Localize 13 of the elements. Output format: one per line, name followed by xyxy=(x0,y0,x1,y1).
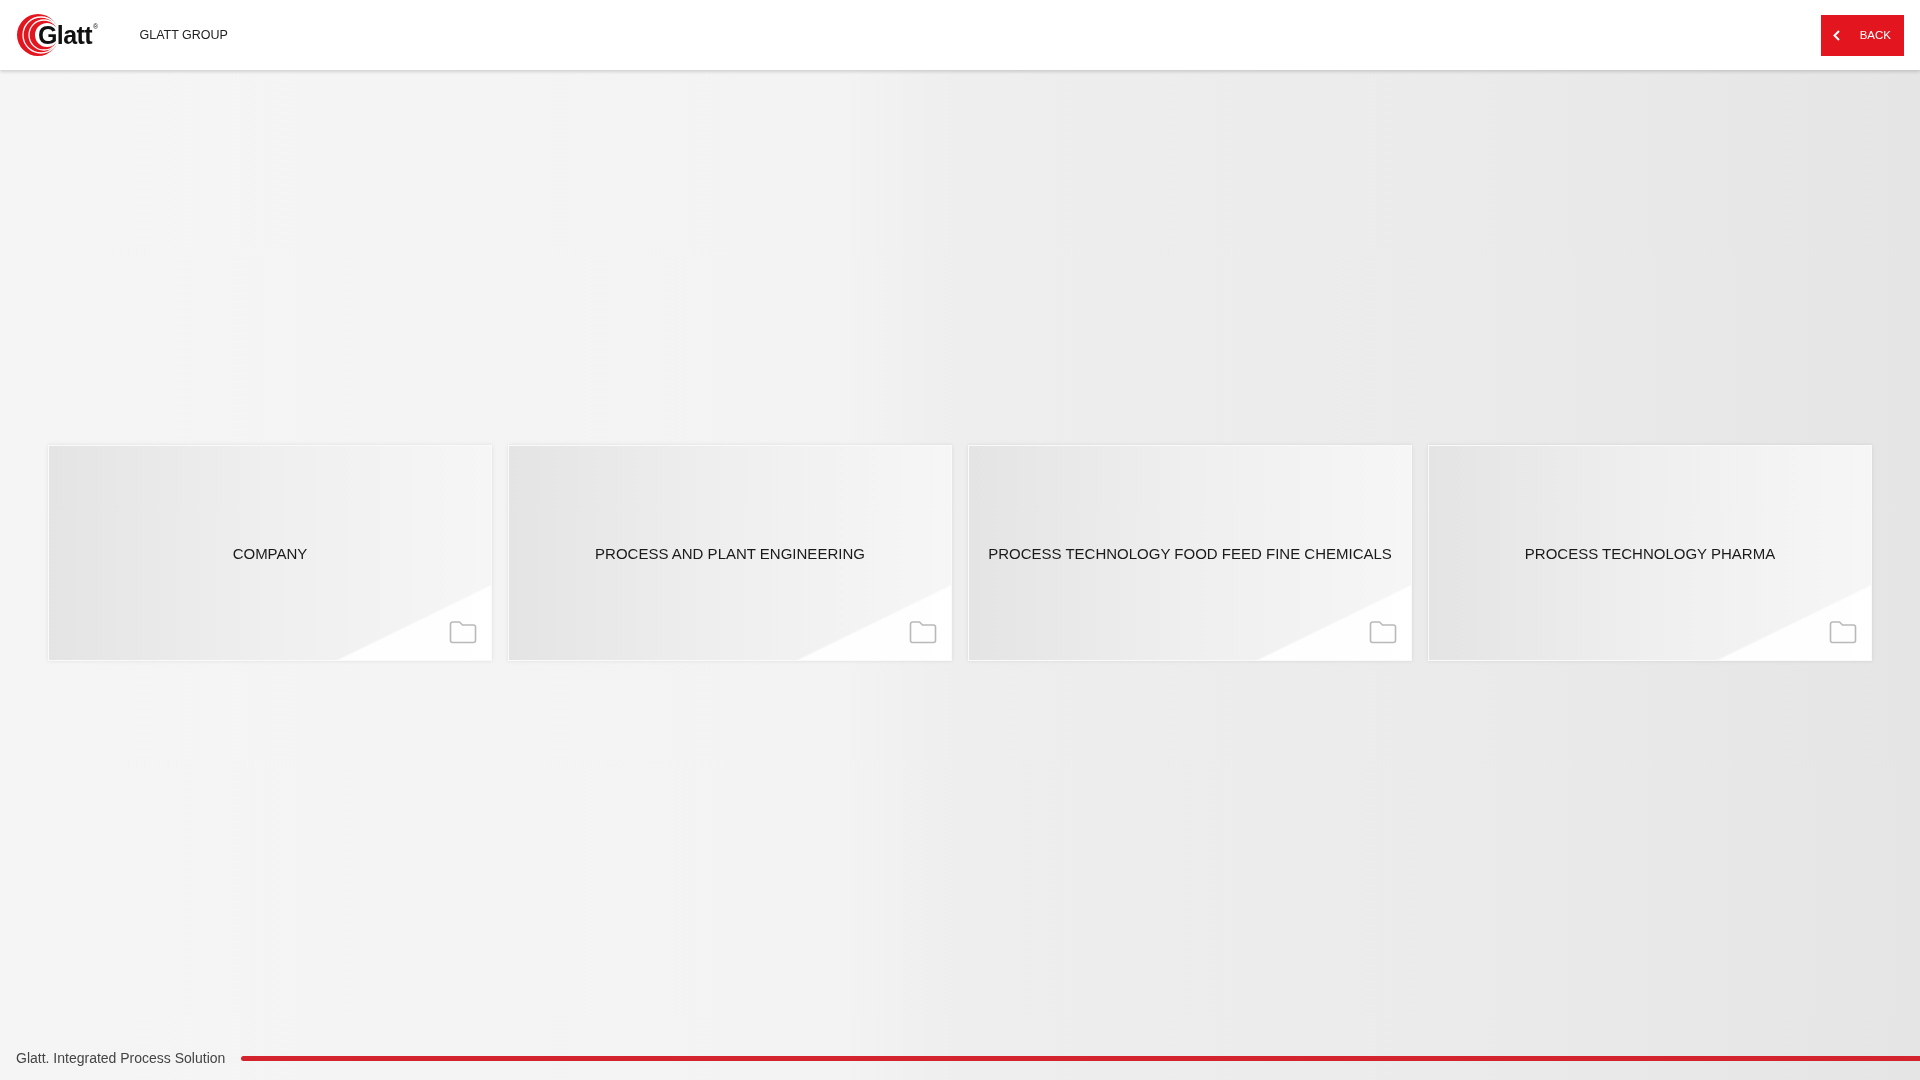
folder-icon xyxy=(449,620,477,644)
folder-icon xyxy=(1369,620,1397,644)
tagline-text: Glatt. Integrated Process Solution xyxy=(16,1050,226,1066)
folder-tile[interactable]: PROCESS TECHNOLOGY FOOD FEED FINE CHEMICALS xyxy=(968,445,1412,661)
folder-tile[interactable]: PROCESS AND PLANT ENGINEERING xyxy=(508,445,952,661)
chevron-left-icon xyxy=(1832,29,1840,41)
folder-icon xyxy=(1829,620,1857,644)
folder-icon xyxy=(909,620,937,644)
logo-text: Glatt$^{®}$ xyxy=(38,22,98,48)
folder-tile[interactable]: PROCESS TECHNOLOGY PHARMA xyxy=(1428,445,1872,661)
back-button[interactable]: BACK xyxy=(1820,14,1904,56)
site-title: GLATT GROUP xyxy=(139,28,228,42)
folder-tile[interactable]: COMPANY xyxy=(48,445,492,661)
